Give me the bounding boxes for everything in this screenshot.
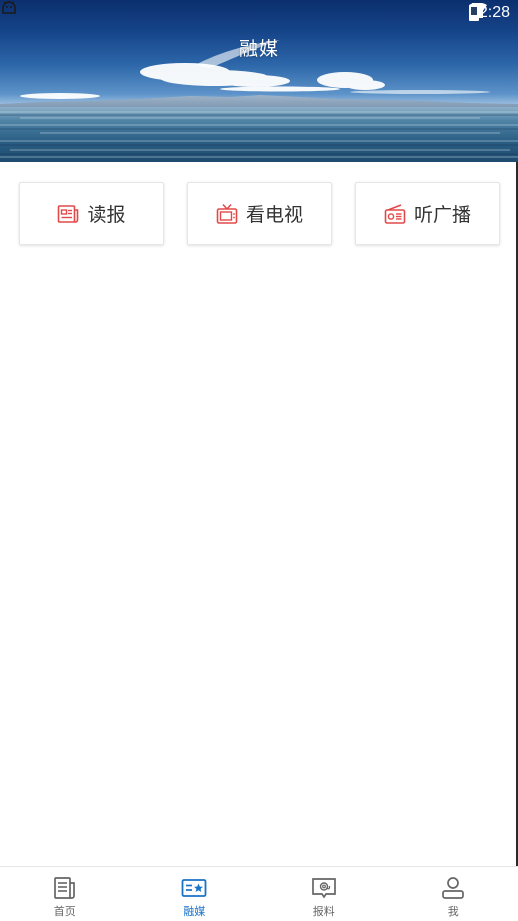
listen-radio-label: 听广播 [414,200,471,227]
user-icon [440,875,466,901]
android-debug-icon [0,0,18,16]
nav-item-me[interactable]: 我 [389,867,518,921]
nav-label-home: 首页 [54,903,76,919]
nav-label-report: 报料 [313,903,335,919]
home-news-icon [52,875,78,901]
newspaper-icon [57,203,79,225]
battery-icon [468,3,480,21]
nav-label-me: 我 [448,903,459,919]
header-banner: 12:28 融媒 [0,0,518,162]
read-newspaper-button[interactable]: 读报 [19,182,164,245]
media-card-icon [181,875,207,901]
read-newspaper-label: 读报 [87,200,125,227]
category-cards: 读报 看电视 听广播 [19,182,499,244]
nav-label-media: 融媒 [183,903,205,919]
watch-tv-button[interactable]: 看电视 [187,182,332,245]
watch-tv-label: 看电视 [246,200,303,227]
radio-icon [384,203,406,225]
page-title: 融媒 [0,34,518,61]
nav-item-home[interactable]: 首页 [0,867,130,921]
nav-item-media[interactable]: 融媒 [130,867,260,921]
status-bar: 12:28 [0,0,518,26]
listen-radio-button[interactable]: 听广播 [355,182,500,245]
bottom-nav: 首页 融媒 报料 我 [0,866,518,921]
tv-icon [216,203,238,225]
report-icon [311,875,337,901]
nav-item-report[interactable]: 报料 [259,867,389,921]
status-icons: 12:28 [468,3,510,23]
